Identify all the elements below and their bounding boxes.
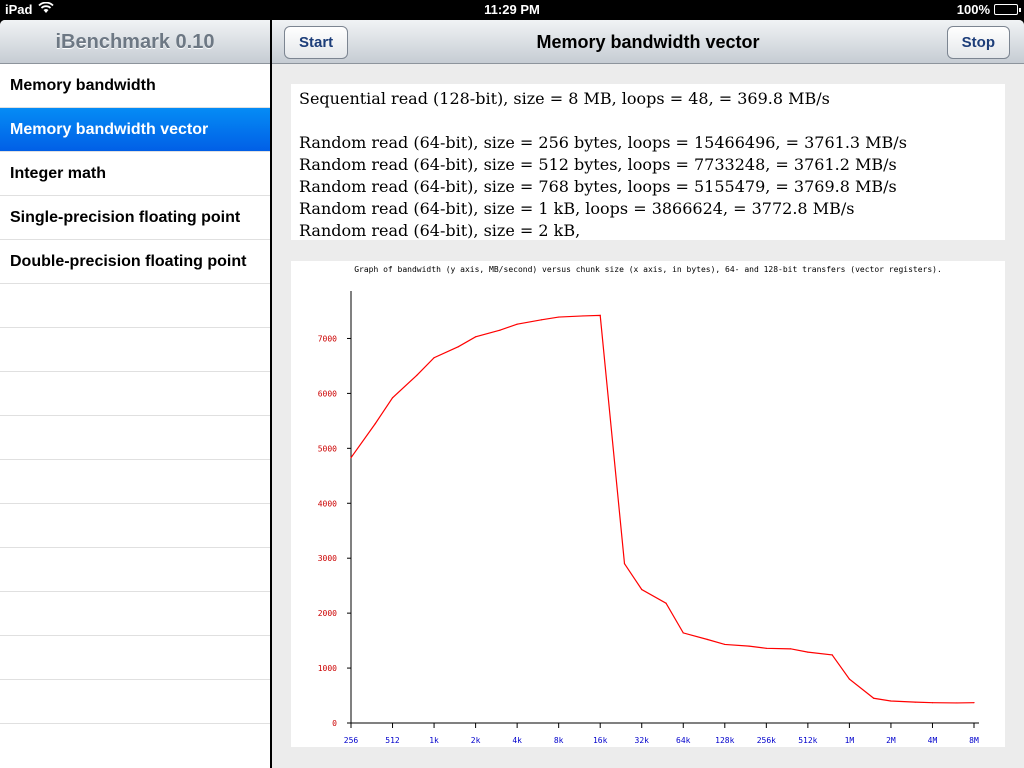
data-point bbox=[890, 700, 892, 702]
x-tick-label: 128k bbox=[715, 736, 734, 745]
x-tick-label: 2M bbox=[886, 736, 896, 745]
data-point bbox=[540, 319, 543, 321]
data-point bbox=[956, 702, 958, 704]
data-point bbox=[433, 357, 435, 359]
log-line: Random read (64-bit), size = 2 kB, bbox=[299, 221, 581, 240]
data-point bbox=[848, 678, 851, 680]
data-point bbox=[457, 346, 459, 348]
data-point bbox=[350, 457, 352, 459]
empty-row bbox=[0, 372, 270, 416]
empty-row bbox=[0, 636, 270, 680]
list-item[interactable]: Integer math bbox=[0, 152, 270, 196]
y-tick-label: 3000 bbox=[318, 554, 337, 563]
bandwidth-graph: Graph of bandwidth (y axis, MB/second) v… bbox=[291, 261, 1005, 747]
x-tick-label: 64k bbox=[676, 736, 691, 745]
start-button[interactable]: Start bbox=[284, 26, 349, 59]
data-point bbox=[665, 602, 667, 604]
empty-row bbox=[0, 460, 270, 504]
y-tick-label: 7000 bbox=[318, 334, 337, 343]
data-point bbox=[499, 329, 501, 331]
bandwidth-series-line bbox=[350, 314, 975, 704]
empty-row bbox=[0, 548, 270, 592]
y-tick-label: 6000 bbox=[318, 389, 337, 398]
list-item[interactable]: Memory bandwidth vector bbox=[0, 108, 270, 152]
status-time: 11:29 PM bbox=[484, 2, 540, 17]
x-tick-label: 512 bbox=[385, 736, 400, 745]
data-point bbox=[831, 654, 833, 656]
benchmark-list: Memory bandwidth Memory bandwidth vector I… bbox=[0, 64, 270, 724]
battery-icon bbox=[994, 4, 1021, 15]
x-tick-label: 16k bbox=[593, 736, 608, 745]
log-line: Random read (64-bit), size = 768 bytes, … bbox=[299, 177, 897, 196]
results-log[interactable]: Sequential read (128-bit), size = 8 MB, … bbox=[291, 84, 1005, 240]
master-title: iBenchmark 0.10 bbox=[0, 20, 270, 64]
log-line: Random read (64-bit), size = 512 bytes, … bbox=[299, 155, 897, 174]
data-point bbox=[582, 315, 584, 317]
log-line: Random read (64-bit), size = 256 bytes, … bbox=[299, 133, 907, 152]
y-tick-label: 0 bbox=[332, 719, 337, 728]
list-item[interactable]: Memory bandwidth bbox=[0, 64, 270, 108]
y-tick-label: 4000 bbox=[318, 499, 337, 508]
data-point bbox=[416, 374, 418, 376]
data-point bbox=[475, 336, 477, 338]
chart-title: Graph of bandwidth (y axis, MB/second) v… bbox=[354, 265, 942, 274]
data-point bbox=[682, 632, 684, 634]
x-tick-label: 512k bbox=[798, 736, 817, 745]
x-tick-label: 256k bbox=[757, 736, 776, 745]
data-point bbox=[724, 643, 726, 646]
log-line: Sequential read (128-bit), size = 8 MB, … bbox=[299, 89, 830, 108]
x-tick-label: 1k bbox=[429, 736, 439, 745]
x-tick-label: 8M bbox=[969, 736, 979, 745]
data-point bbox=[706, 638, 709, 641]
data-point bbox=[516, 323, 518, 325]
data-point bbox=[374, 423, 376, 425]
x-tick-label: 32k bbox=[635, 736, 650, 745]
data-point bbox=[641, 588, 643, 591]
empty-row bbox=[0, 328, 270, 372]
data-point bbox=[790, 648, 792, 650]
data-point bbox=[623, 563, 626, 565]
data-point bbox=[973, 702, 975, 704]
list-item[interactable]: Single-precision floating point bbox=[0, 196, 270, 240]
data-point bbox=[807, 651, 809, 653]
x-tick-label: 4M bbox=[928, 736, 938, 745]
x-tick-label: 2k bbox=[471, 736, 481, 745]
empty-row bbox=[0, 592, 270, 636]
detail-nav-bar: Memory bandwidth vector Start Stop bbox=[272, 20, 1024, 64]
log-line: Random read (64-bit), size = 1 kB, loops… bbox=[299, 199, 855, 218]
detail-title: Memory bandwidth vector bbox=[536, 32, 760, 52]
x-tick-label: 256 bbox=[344, 736, 359, 745]
master-pane: iBenchmark 0.10 Memory bandwidth Memory b… bbox=[0, 20, 270, 768]
data-point bbox=[558, 316, 560, 318]
data-point bbox=[873, 697, 875, 699]
empty-row bbox=[0, 416, 270, 460]
chart-svg: Graph of bandwidth (y axis, MB/second) v… bbox=[318, 265, 979, 745]
status-bar: iPad 11:29 PM 100% bbox=[0, 0, 1024, 20]
status-right: 100% bbox=[956, 2, 1021, 17]
empty-row bbox=[0, 504, 270, 548]
data-point bbox=[599, 314, 601, 316]
empty-row bbox=[0, 284, 270, 328]
battery-percent: 100% bbox=[956, 2, 990, 17]
y-tick-label: 5000 bbox=[318, 444, 337, 453]
y-tick-label: 2000 bbox=[318, 609, 337, 618]
data-point bbox=[748, 645, 750, 647]
data-point bbox=[765, 647, 767, 649]
stop-button[interactable]: Stop bbox=[946, 26, 1010, 59]
detail-pane: Memory bandwidth vector Start Stop Seque… bbox=[272, 20, 1024, 768]
data-point bbox=[391, 397, 394, 399]
empty-row bbox=[0, 680, 270, 724]
data-point bbox=[931, 702, 934, 704]
list-item[interactable]: Double-precision floating point bbox=[0, 240, 270, 284]
x-tick-label: 8k bbox=[554, 736, 564, 745]
data-point bbox=[914, 701, 916, 703]
x-tick-label: 4k bbox=[512, 736, 522, 745]
y-tick-label: 1000 bbox=[318, 664, 337, 673]
x-tick-label: 1M bbox=[845, 736, 855, 745]
